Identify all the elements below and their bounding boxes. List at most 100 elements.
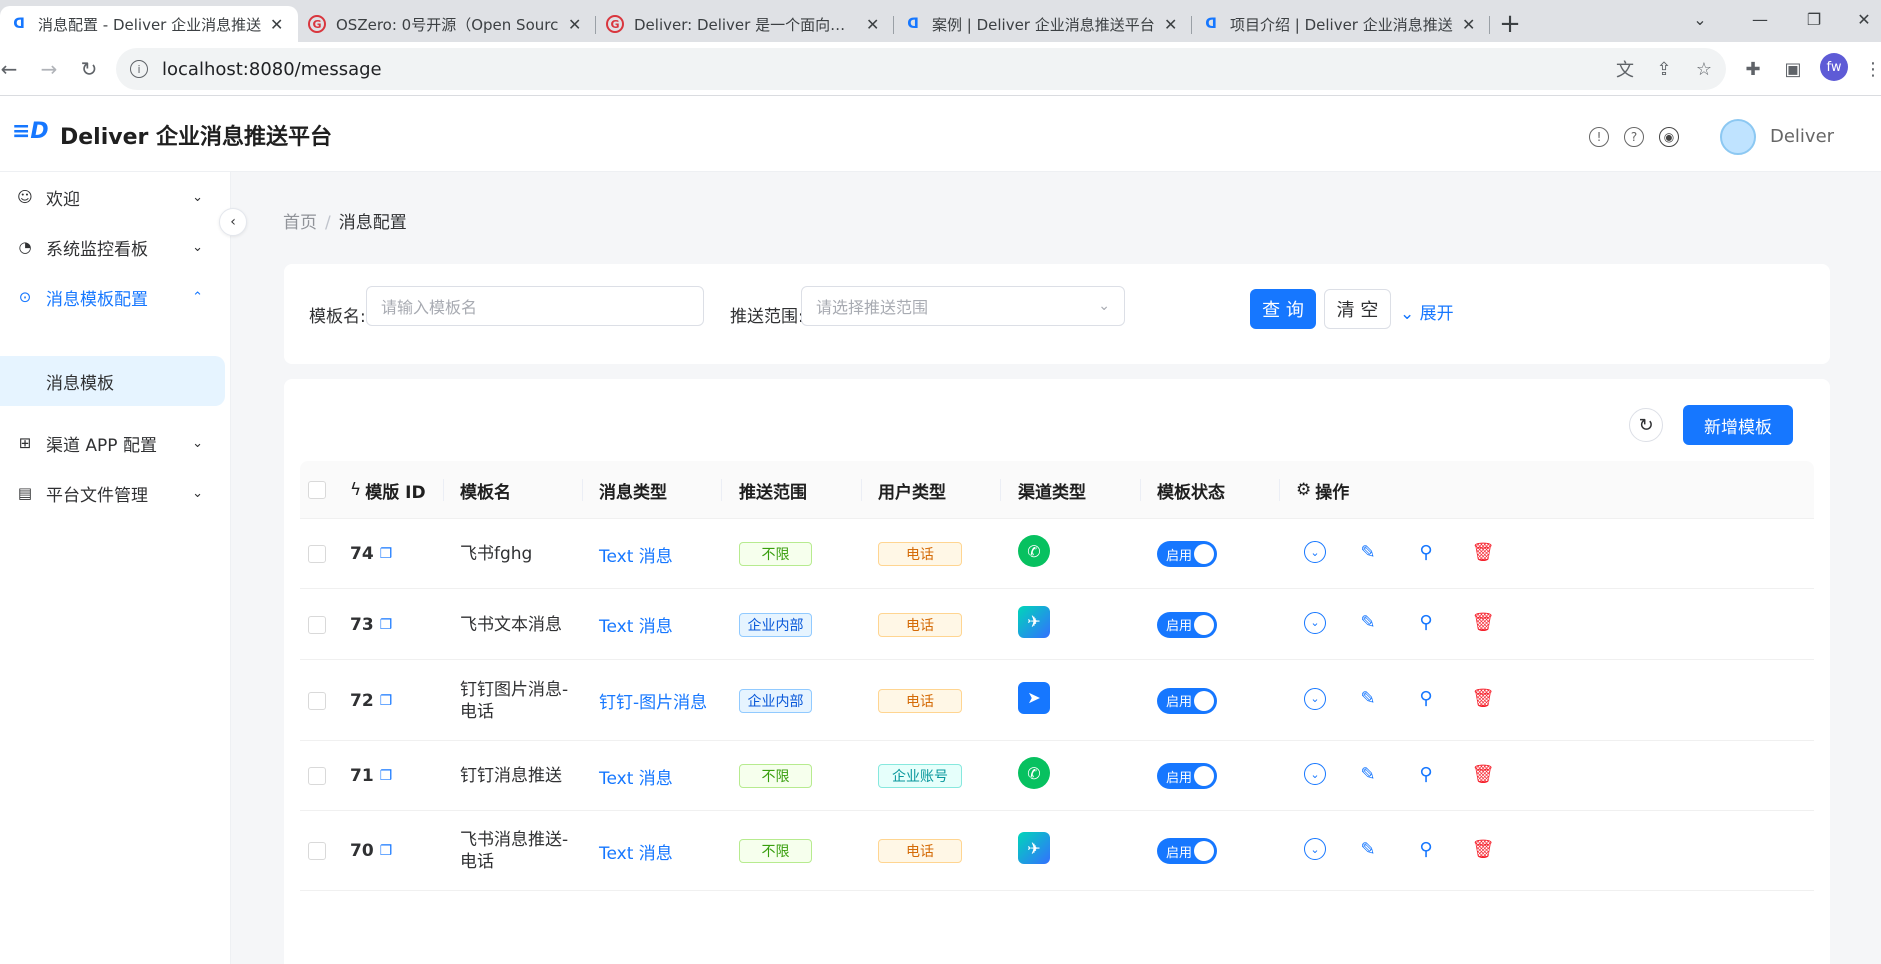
- sidebar-item-files[interactable]: ▤ 平台文件管理 ⌄: [0, 468, 231, 518]
- new-tab-button[interactable]: +: [1490, 6, 1530, 42]
- copy-icon[interactable]: ❐: [380, 693, 393, 709]
- link-icon[interactable]: ⚲: [1415, 688, 1437, 710]
- close-window-icon[interactable]: ✕: [1840, 0, 1881, 38]
- copy-icon[interactable]: ❐: [380, 843, 393, 859]
- status-toggle[interactable]: 启用: [1157, 687, 1217, 714]
- github-icon[interactable]: ◉: [1659, 127, 1679, 147]
- input-placeholder: 请输入模板名: [381, 298, 478, 317]
- cell-msg-type[interactable]: Text 消息: [599, 589, 673, 660]
- browser-tab[interactable]: ᗡ 消息配置 - Deliver 企业消息推送 ✕: [0, 6, 298, 42]
- status-toggle[interactable]: 启用: [1157, 763, 1217, 789]
- row-checkbox[interactable]: [308, 615, 326, 634]
- user-name[interactable]: Deliver: [1770, 126, 1834, 147]
- edit-icon[interactable]: ✎: [1357, 541, 1379, 563]
- sidebar-item-channel-app[interactable]: ⊞ 渠道 APP 配置 ⌄: [0, 418, 231, 468]
- add-template-button[interactable]: 新增模板: [1683, 405, 1793, 445]
- cell-msg-type[interactable]: Text 消息: [599, 519, 673, 589]
- address-bar[interactable]: i localhost:8080/message: [116, 48, 1726, 90]
- delete-icon[interactable]: 🗑: [1472, 688, 1495, 710]
- sidebar-item-monitor[interactable]: ◔ 系统监控看板 ⌄: [0, 222, 231, 272]
- view-details-icon[interactable]: ⌄: [1304, 611, 1326, 634]
- select-all-checkbox[interactable]: [308, 481, 326, 499]
- select-placeholder: 请选择推送范围: [816, 298, 929, 317]
- reload-icon[interactable]: ↻: [74, 54, 104, 84]
- close-tab-icon[interactable]: ✕: [1164, 15, 1180, 34]
- scope-tag: 企业内部: [739, 688, 812, 713]
- menu-kebab-icon[interactable]: ⋮: [1858, 54, 1881, 84]
- delete-icon[interactable]: 🗑: [1472, 763, 1495, 785]
- delete-icon[interactable]: 🗑: [1472, 612, 1495, 634]
- view-details-icon[interactable]: ⌄: [1304, 687, 1326, 710]
- collapse-sidebar-button[interactable]: ‹: [219, 208, 247, 236]
- breadcrumb-home[interactable]: 首页: [283, 213, 317, 233]
- deliver-favicon-icon: ᗡ: [13, 16, 25, 32]
- minimize-icon[interactable]: —: [1736, 0, 1784, 38]
- cell-name: 飞书fghg: [460, 544, 533, 564]
- copy-icon[interactable]: ❐: [380, 546, 393, 562]
- cell-msg-type[interactable]: Text 消息: [599, 811, 673, 891]
- side-panel-icon[interactable]: ▣: [1778, 54, 1808, 84]
- forward-icon[interactable]: →: [34, 54, 64, 84]
- help-icon[interactable]: ?: [1624, 127, 1644, 147]
- refresh-button[interactable]: ↻: [1629, 408, 1663, 442]
- expand-label: 展开: [1419, 304, 1454, 324]
- delete-icon[interactable]: 🗑: [1472, 838, 1495, 860]
- view-details-icon[interactable]: ⌄: [1304, 763, 1326, 785]
- close-tab-icon[interactable]: ✕: [1462, 15, 1478, 34]
- close-tab-icon[interactable]: ✕: [270, 15, 286, 34]
- view-details-icon[interactable]: ⌄: [1304, 541, 1326, 563]
- th-name: 模板名: [460, 482, 511, 503]
- edit-icon[interactable]: ✎: [1357, 838, 1379, 860]
- back-icon[interactable]: ←: [0, 54, 24, 84]
- edit-icon[interactable]: ✎: [1357, 763, 1379, 785]
- browser-tab[interactable]: ᗡ 案例 | Deliver 企业消息推送平台 ✕: [894, 6, 1192, 42]
- edit-icon[interactable]: ✎: [1357, 688, 1379, 710]
- site-info-icon[interactable]: i: [130, 60, 148, 78]
- close-tab-icon[interactable]: ✕: [866, 15, 882, 34]
- toggle-label: 启用: [1166, 845, 1193, 861]
- alert-icon[interactable]: !: [1589, 127, 1609, 147]
- avatar[interactable]: [1720, 119, 1756, 155]
- row-checkbox[interactable]: [308, 767, 326, 785]
- link-icon[interactable]: ⚲: [1415, 763, 1437, 785]
- profile-avatar[interactable]: fw: [1820, 53, 1848, 81]
- share-icon[interactable]: ⇪: [1649, 54, 1679, 84]
- status-toggle[interactable]: 启用: [1157, 611, 1217, 638]
- th-user-type: 用户类型: [878, 482, 946, 503]
- browser-tab[interactable]: G OSZero: 0号开源（Open Sourc ✕: [298, 6, 596, 42]
- cell-msg-type[interactable]: Text 消息: [599, 741, 673, 811]
- extensions-icon[interactable]: ✚: [1738, 54, 1768, 84]
- expand-link[interactable]: ⌄ 展开: [1400, 299, 1454, 324]
- copy-icon[interactable]: ❐: [380, 617, 393, 633]
- tab-search-icon[interactable]: ⌄: [1676, 0, 1724, 38]
- link-icon[interactable]: ⚲: [1415, 612, 1437, 634]
- row-checkbox[interactable]: [308, 545, 326, 563]
- id-text: 71: [350, 766, 374, 786]
- sidebar-item-message-template[interactable]: ⊙ 消息模板配置 ⌃: [0, 272, 231, 322]
- link-icon[interactable]: ⚲: [1415, 838, 1437, 860]
- view-details-icon[interactable]: ⌄: [1304, 838, 1326, 860]
- table-header: ϟ 模版 ID 模板名 消息类型 推送范围 用户类型 渠道类型 模板状态 ⚙ 操作: [300, 461, 1814, 519]
- status-toggle[interactable]: 启用: [1157, 838, 1217, 864]
- edit-icon[interactable]: ✎: [1357, 612, 1379, 634]
- status-toggle[interactable]: 启用: [1157, 541, 1217, 567]
- delete-icon[interactable]: 🗑: [1472, 541, 1495, 563]
- link-icon[interactable]: ⚲: [1415, 541, 1437, 563]
- browser-tab[interactable]: G Deliver: Deliver 是一个面向企业 ✕: [596, 6, 894, 42]
- clear-button[interactable]: 清 空: [1324, 289, 1391, 329]
- row-checkbox[interactable]: [308, 842, 326, 860]
- bookmark-star-icon[interactable]: ☆: [1689, 54, 1719, 84]
- sidebar-subitem-template[interactable]: 消息模板: [0, 356, 225, 406]
- browser-tab[interactable]: ᗡ 项目介绍 | Deliver 企业消息推送 ✕: [1192, 6, 1490, 42]
- scope-select[interactable]: 请选择推送范围 ⌄: [801, 286, 1125, 326]
- translate-icon[interactable]: 文: [1610, 54, 1640, 84]
- restore-icon[interactable]: ❐: [1790, 0, 1838, 38]
- chevron-down-icon: ⌄: [1400, 304, 1420, 324]
- query-button[interactable]: 查 询: [1250, 289, 1316, 329]
- cell-msg-type[interactable]: 钉钉-图片消息: [599, 660, 707, 741]
- close-tab-icon[interactable]: ✕: [568, 15, 584, 34]
- template-name-input[interactable]: 请输入模板名: [366, 286, 704, 326]
- row-checkbox[interactable]: [308, 691, 326, 710]
- copy-icon[interactable]: ❐: [380, 768, 393, 784]
- sidebar-item-welcome[interactable]: ☺ 欢迎 ⌄: [0, 172, 231, 222]
